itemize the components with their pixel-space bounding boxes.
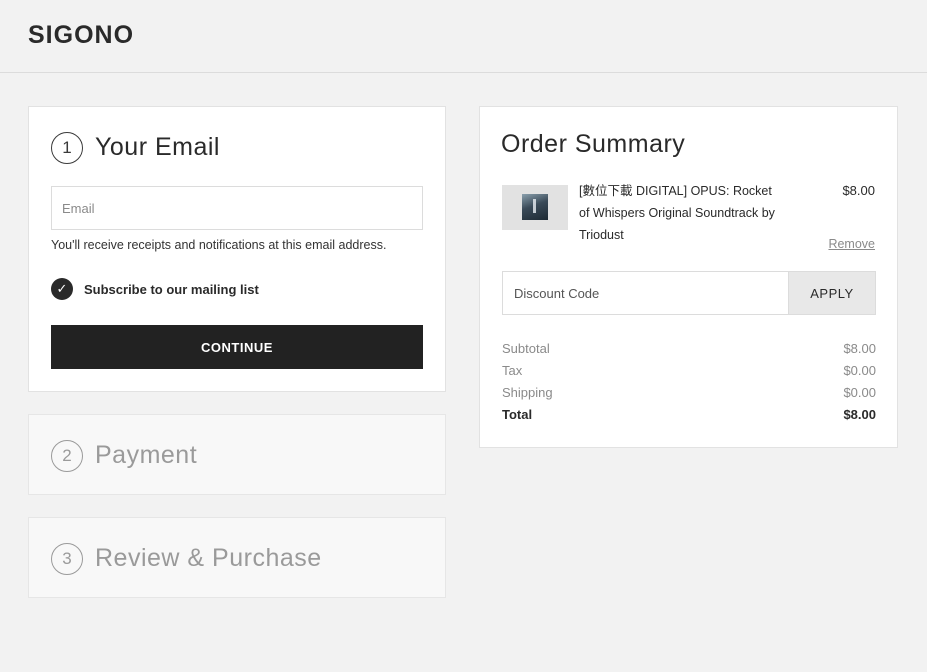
shipping-row: Shipping $0.00 xyxy=(502,382,876,404)
album-cover-image xyxy=(502,185,568,230)
album-art xyxy=(522,194,548,220)
subtotal-row: Subtotal $8.00 xyxy=(502,338,876,360)
step-number-3: 3 xyxy=(51,543,83,575)
brand-logo[interactable]: SIGONO xyxy=(28,21,134,50)
step-number-1: 1 xyxy=(51,132,83,164)
total-value: $8.00 xyxy=(843,407,876,422)
email-field[interactable] xyxy=(51,186,423,230)
top-header: SIGONO xyxy=(0,0,927,73)
remove-item-link[interactable]: Remove xyxy=(828,237,875,251)
subtotal-value: $8.00 xyxy=(843,341,876,356)
review-step-title: Review & Purchase xyxy=(95,544,322,572)
payment-step-title: Payment xyxy=(95,441,198,469)
subscribe-label[interactable]: Subscribe to our mailing list xyxy=(84,282,259,297)
review-step-card[interactable]: 3 Review & Purchase xyxy=(28,517,446,598)
total-row: Total $8.00 xyxy=(502,404,876,426)
order-summary-title: Order Summary xyxy=(501,130,686,158)
order-summary-card: Order Summary [數位下載 DIGITAL] OPUS: Rocke… xyxy=(479,106,898,448)
tax-label: Tax xyxy=(502,363,523,378)
email-step-card: 1 Your Email You'll receive receipts and… xyxy=(28,106,446,392)
totals-list: Subtotal $8.00 Tax $0.00 Shipping $0.00 … xyxy=(502,338,876,426)
shipping-value: $0.00 xyxy=(843,385,876,400)
step-number-2: 2 xyxy=(51,440,83,472)
item-price: $8.00 xyxy=(842,183,875,198)
checkmark-icon: ✓ xyxy=(56,281,68,296)
subscribe-checkbox[interactable]: ✓ xyxy=(51,278,73,300)
payment-step-card[interactable]: 2 Payment xyxy=(28,414,446,495)
discount-code-input[interactable] xyxy=(502,271,788,315)
continue-button[interactable]: CONTINUE xyxy=(51,325,423,369)
email-step-title: Your Email xyxy=(95,133,220,161)
total-label: Total xyxy=(502,407,533,422)
shipping-label: Shipping xyxy=(502,385,553,400)
apply-discount-button[interactable]: APPLY xyxy=(788,271,876,315)
tax-value: $0.00 xyxy=(843,363,876,378)
email-hint-text: You'll receive receipts and notification… xyxy=(51,238,387,252)
tax-row: Tax $0.00 xyxy=(502,360,876,382)
item-name: [數位下載 DIGITAL] OPUS: Rocket of Whispers … xyxy=(579,184,775,242)
subtotal-label: Subtotal xyxy=(502,341,550,356)
